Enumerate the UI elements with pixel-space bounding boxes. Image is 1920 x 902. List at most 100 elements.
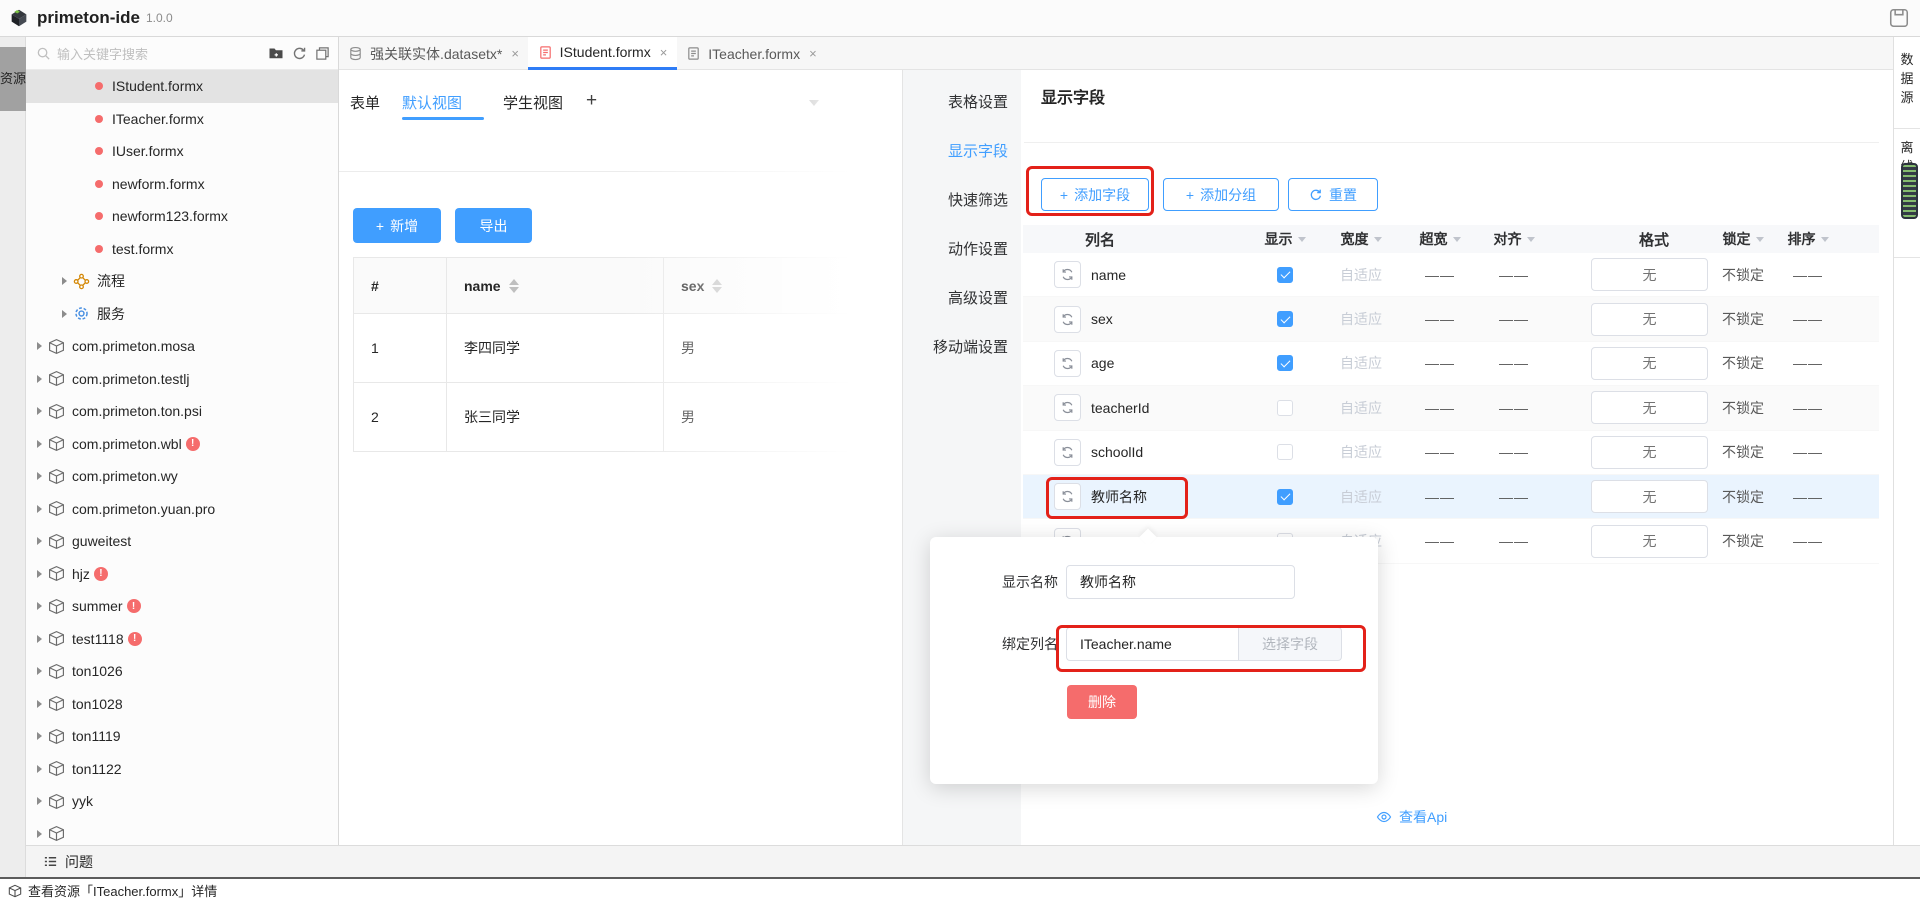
header-lock[interactable]: 锁定	[1713, 229, 1773, 249]
show-checkbox[interactable]	[1277, 489, 1293, 505]
chevron-right-icon[interactable]	[37, 667, 42, 675]
chevron-right-icon[interactable]	[37, 505, 42, 513]
close-icon[interactable]: ×	[511, 46, 519, 61]
chevron-right-icon[interactable]	[62, 277, 67, 285]
tree-item[interactable]: newform.formx	[26, 168, 338, 201]
tree-item[interactable]: IUser.formx	[26, 135, 338, 168]
chevron-right-icon[interactable]	[37, 732, 42, 740]
tab-iteacher[interactable]: ITeacher.formx ×	[677, 37, 826, 70]
delete-field-button[interactable]: 删除	[1067, 685, 1137, 719]
close-icon[interactable]: ×	[660, 45, 668, 60]
tree-item-package[interactable]: ton1122	[26, 753, 338, 786]
format-select[interactable]: 无	[1591, 525, 1708, 558]
tree-item-package[interactable]: com.primeton.yuan.pro	[26, 493, 338, 526]
field-row[interactable]: age 自适应 —— —— 无 不锁定 ——	[1023, 342, 1879, 386]
sort-icons[interactable]	[509, 279, 519, 293]
format-select[interactable]: 无	[1591, 480, 1708, 513]
add-record-button[interactable]: + 新增	[353, 208, 441, 243]
tree-item-flow[interactable]: 流程	[26, 265, 338, 298]
chevron-right-icon[interactable]	[37, 342, 42, 350]
field-row-teacher-name[interactable]: 教师名称 自适应 —— —— 无 不锁定 ——	[1023, 475, 1879, 519]
tree-item-service[interactable]: 服务	[26, 298, 338, 331]
nav-action-settings[interactable]: 动作设置	[903, 224, 1021, 273]
tree-item-package[interactable]: com.primeton.wbl!	[26, 428, 338, 461]
dock-tab-datasource[interactable]: 数据源	[1894, 50, 1920, 107]
chevron-right-icon[interactable]	[37, 635, 42, 643]
tree-item-package[interactable]: ton1119	[26, 720, 338, 753]
chevron-right-icon[interactable]	[37, 570, 42, 578]
view-tab-form[interactable]: 表单	[350, 92, 380, 113]
view-tab-default[interactable]: 默认视图	[402, 92, 462, 113]
chevron-right-icon[interactable]	[37, 797, 42, 805]
select-field-button[interactable]: 选择字段	[1238, 627, 1342, 661]
chevron-right-icon[interactable]	[37, 765, 42, 773]
add-view-button[interactable]: +	[586, 90, 597, 112]
field-row[interactable]: name 自适应 —— —— 无 不锁定 ——	[1023, 253, 1879, 297]
show-checkbox[interactable]	[1277, 267, 1293, 283]
search-input[interactable]: 输入关键字搜索	[57, 44, 268, 63]
drag-swap-icon[interactable]	[1054, 261, 1081, 288]
chevron-right-icon[interactable]	[37, 830, 42, 838]
tab-istudent-active[interactable]: IStudent.formx ×	[528, 37, 677, 70]
format-select[interactable]: 无	[1591, 258, 1708, 291]
format-select[interactable]: 无	[1591, 391, 1708, 424]
display-name-input[interactable]: 教师名称	[1066, 565, 1295, 599]
format-select[interactable]: 无	[1591, 347, 1708, 380]
chevron-right-icon[interactable]	[62, 310, 67, 318]
show-checkbox[interactable]	[1277, 400, 1293, 416]
tree-item[interactable]: ITeacher.formx	[26, 103, 338, 136]
header-width[interactable]: 宽度	[1317, 229, 1405, 249]
tree-item-package[interactable]: yyk	[26, 785, 338, 818]
show-checkbox[interactable]	[1277, 444, 1293, 460]
save-icon[interactable]	[1888, 7, 1910, 29]
tree-item-package[interactable]: summer!	[26, 590, 338, 623]
tree-item-package[interactable]: com.primeton.wy	[26, 460, 338, 493]
refresh-icon[interactable]	[292, 46, 307, 61]
chevron-right-icon[interactable]	[37, 537, 42, 545]
format-select[interactable]: 无	[1591, 303, 1708, 336]
chevron-right-icon[interactable]	[37, 375, 42, 383]
add-field-button[interactable]: + 添加字段	[1041, 178, 1149, 211]
column-header-name[interactable]: name	[447, 257, 664, 313]
chevron-right-icon[interactable]	[37, 602, 42, 610]
chevron-right-icon[interactable]	[37, 472, 42, 480]
reset-button[interactable]: 重置	[1288, 178, 1378, 211]
field-row[interactable]: teacherId 自适应 —— —— 无 不锁定 ——	[1023, 386, 1879, 430]
drag-swap-icon[interactable]	[1054, 394, 1081, 421]
tree-item-package[interactable]: com.primeton.testlj	[26, 363, 338, 396]
export-button[interactable]: 导出	[455, 208, 532, 243]
header-sort[interactable]: 排序	[1773, 229, 1879, 249]
chevron-right-icon[interactable]	[37, 440, 42, 448]
tree-item-package[interactable]: ton1026	[26, 655, 338, 688]
show-checkbox[interactable]	[1277, 355, 1293, 371]
drag-swap-icon[interactable]	[1054, 350, 1081, 377]
nav-advanced-settings[interactable]: 高级设置	[903, 273, 1021, 322]
tree-item-package[interactable]	[26, 818, 338, 846]
tree-item-package[interactable]: hjz!	[26, 558, 338, 591]
header-overwide[interactable]: 超宽	[1405, 229, 1475, 249]
chevron-right-icon[interactable]	[37, 700, 42, 708]
collapse-all-icon[interactable]	[315, 46, 330, 61]
header-align[interactable]: 对齐	[1475, 229, 1553, 249]
problems-bar[interactable]: 问题	[26, 845, 1920, 877]
nav-mobile-settings[interactable]: 移动端设置	[903, 322, 1021, 371]
tree-item[interactable]: IStudent.formx	[26, 70, 338, 103]
chevron-down-icon[interactable]	[809, 100, 819, 106]
field-row[interactable]: sex 自适应 —— —— 无 不锁定 ——	[1023, 297, 1879, 341]
header-show[interactable]: 显示	[1253, 229, 1317, 249]
tree-item-package[interactable]: ton1028	[26, 688, 338, 721]
nav-display-fields[interactable]: 显示字段	[903, 126, 1021, 175]
activity-tab-resources[interactable]: 资源	[0, 47, 26, 111]
drag-swap-icon[interactable]	[1054, 306, 1081, 333]
view-tab-student[interactable]: 学生视图	[503, 92, 563, 113]
add-group-button[interactable]: + 添加分组	[1163, 178, 1279, 211]
column-header-sex[interactable]: sex	[664, 257, 889, 313]
bind-column-input[interactable]: ITeacher.name	[1066, 627, 1238, 661]
chevron-right-icon[interactable]	[37, 407, 42, 415]
tree-item[interactable]: test.formx	[26, 233, 338, 266]
sort-icons[interactable]	[712, 279, 722, 293]
new-folder-icon[interactable]	[268, 45, 284, 61]
tree-item[interactable]: newform123.formx	[26, 200, 338, 233]
tree-item-package[interactable]: test1118!	[26, 623, 338, 656]
field-row[interactable]: schoolId 自适应 —— —— 无 不锁定 ——	[1023, 431, 1879, 475]
